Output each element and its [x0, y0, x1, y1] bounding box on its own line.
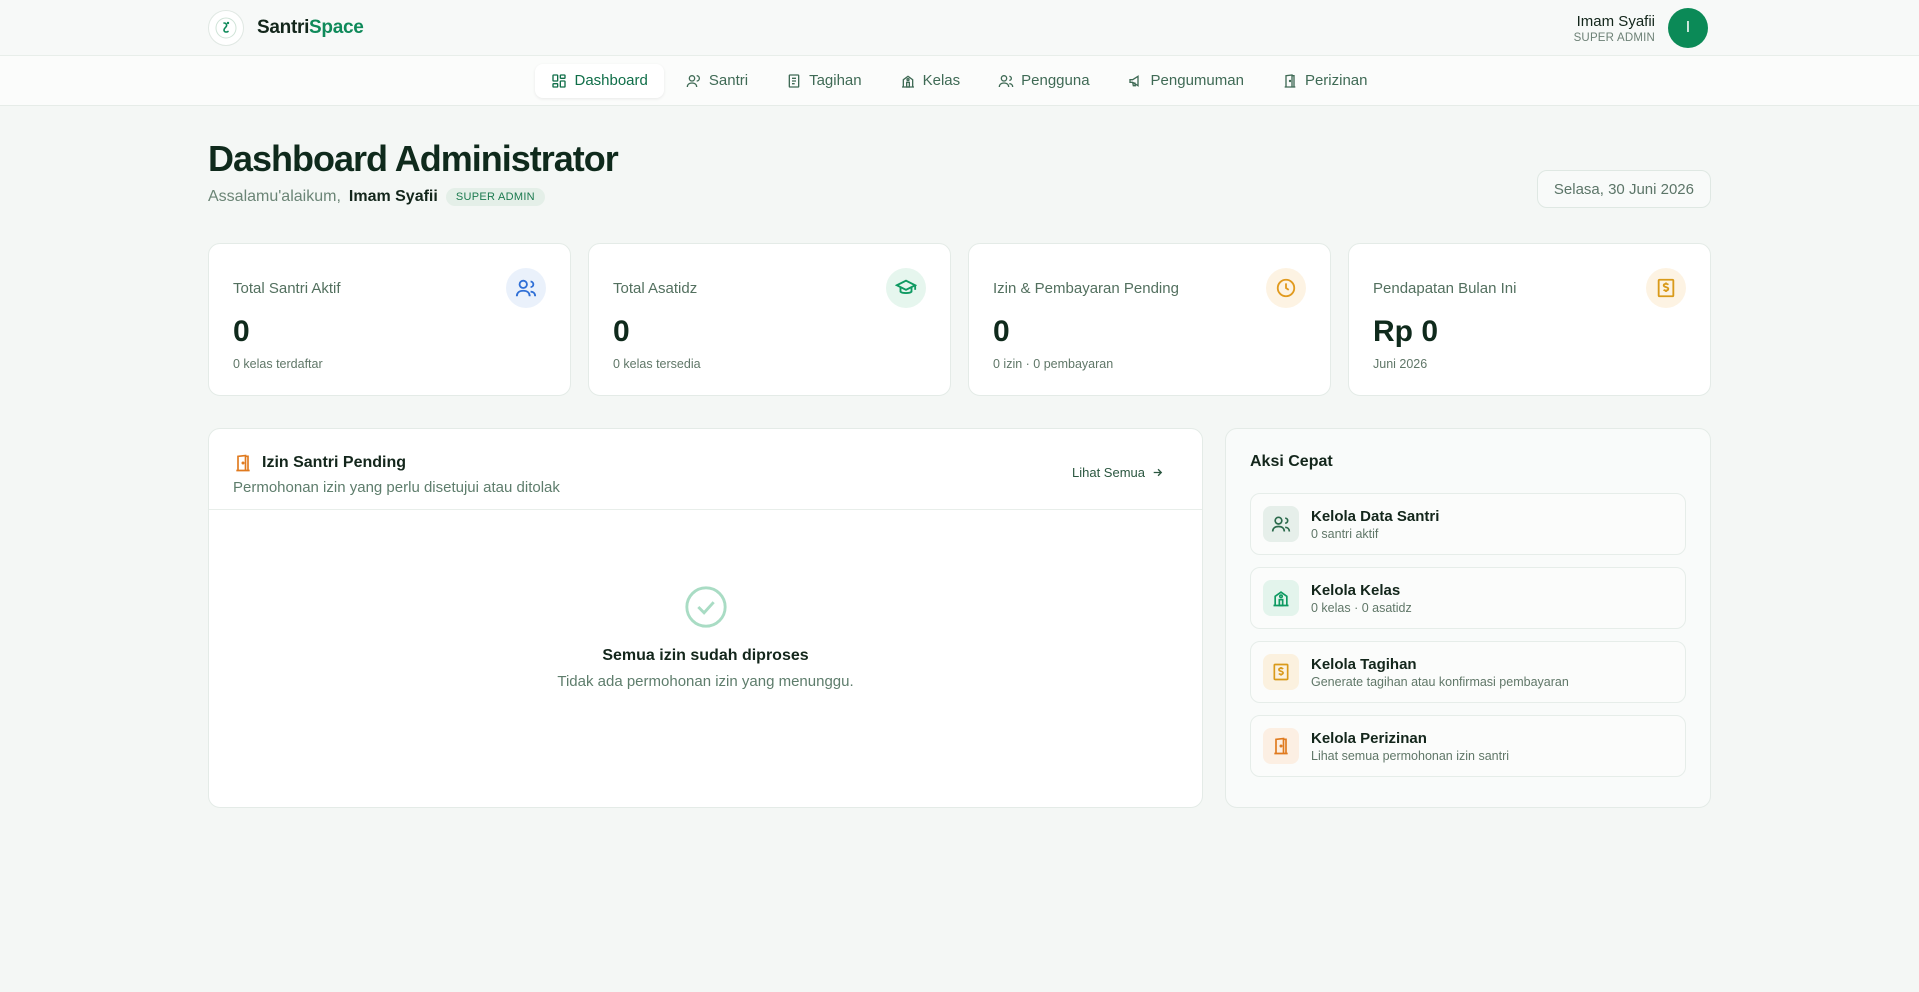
quick-item-text: Kelola Perizinan Lihat semua permohonan …: [1311, 730, 1509, 763]
stat-sub: Juni 2026: [1373, 357, 1428, 371]
arrow-right-icon: [1153, 468, 1163, 477]
users-icon: [506, 268, 546, 308]
users-icon: [1263, 506, 1299, 542]
nav-item-dashboard[interactable]: Dashboard: [535, 63, 664, 98]
stat-label: Pendapatan Bulan Ini: [1373, 280, 1517, 297]
quick-item-santri[interactable]: Kelola Data Santri 0 santri aktif: [1250, 493, 1686, 555]
nav-label: Perizinan: [1304, 72, 1368, 89]
quick-item-text: Kelola Tagihan Generate tagihan atau kon…: [1311, 656, 1569, 689]
main-nav: Dashboard Santri Tagihan Kelas Pengguna …: [0, 56, 1919, 106]
empty-title: Semua izin sudah diproses: [602, 647, 809, 664]
nav-item-santri[interactable]: Santri: [670, 64, 764, 98]
door-icon: [236, 454, 250, 472]
santri-logo-icon: [208, 10, 244, 46]
stat-value: 0: [233, 315, 250, 348]
pending-title: Izin Santri Pending: [233, 453, 1178, 473]
receipt-icon: [788, 73, 800, 88]
quick-item-text: Kelola Data Santri 0 santri aktif: [1311, 508, 1439, 541]
stat-label: Total Asatidz: [613, 280, 698, 297]
stat-sub: 0 kelas tersedia: [613, 357, 701, 371]
avatar[interactable]: I: [1668, 8, 1708, 48]
user-text: Imam Syafii SUPER ADMIN: [1574, 13, 1655, 44]
see-all-link[interactable]: Lihat Semua: [1072, 465, 1164, 480]
dollar-receipt-icon: [1263, 654, 1299, 690]
quick-item-tagihan[interactable]: Kelola Tagihan Generate tagihan atau kon…: [1250, 641, 1686, 703]
nav-item-kelas[interactable]: Kelas: [884, 64, 977, 98]
stat-sub: 0 izin · 0 pembayaran: [993, 357, 1114, 371]
role-badge: SUPER ADMIN: [445, 188, 545, 206]
stat-value: 0: [613, 315, 630, 348]
stat-value: Rp 0: [1373, 315, 1439, 348]
nav-label: Pengguna: [1021, 72, 1090, 89]
stat-card-asatidz[interactable]: Total Asatidz 0 0 kelas tersedia: [588, 243, 951, 396]
user-name: Imam Syafii: [1576, 12, 1655, 30]
quick-item-name: Kelola Kelas: [1311, 581, 1401, 599]
date-pill: Selasa, 30 Juni 2026: [1536, 170, 1711, 208]
quick-item-name: Kelola Tagihan: [1311, 655, 1417, 673]
nav-label: Pengumuman: [1150, 72, 1244, 89]
user-menu[interactable]: Imam Syafii SUPER ADMIN I: [1574, 8, 1708, 48]
graduation-cap-icon: [886, 268, 926, 308]
greeting: Assalamu'alaikum, Imam Syafii SUPER ADMI…: [208, 188, 545, 206]
brand-name-part2: Space: [309, 17, 364, 38]
nav-item-tagihan[interactable]: Tagihan: [770, 64, 878, 98]
nav-label: Dashboard: [574, 72, 648, 89]
nav-item-pengguna[interactable]: Pengguna: [982, 64, 1105, 98]
quick-item-name: Kelola Data Santri: [1311, 507, 1440, 525]
quick-item-name: Kelola Perizinan: [1311, 729, 1427, 747]
nav-label: Santri: [708, 72, 749, 89]
clock-icon: [1266, 268, 1306, 308]
stats-row: Total Santri Aktif 0 0 kelas terdaftar T…: [208, 243, 1711, 396]
nav-label: Kelas: [922, 72, 961, 89]
greeting-name: Imam Syafii: [348, 188, 438, 205]
quick-item-desc: 0 kelas · 0 asatidz: [1311, 600, 1412, 615]
empty-state: Semua izin sudah diproses Tidak ada perm…: [209, 510, 1202, 690]
quick-item-desc: Generate tagihan atau konfirmasi pembaya…: [1311, 674, 1569, 689]
brand-name: SantriSpace: [257, 17, 364, 39]
door-icon: [1263, 728, 1299, 764]
user-icon: [686, 74, 700, 87]
quick-item-desc: Lihat semua permohonan izin santri: [1311, 748, 1510, 763]
empty-description: Tidak ada permohonan izin yang menunggu.: [557, 673, 854, 690]
stat-sub: 0 kelas terdaftar: [233, 357, 323, 371]
door-icon: [1284, 73, 1296, 88]
pending-header: Izin Santri Pending Permohonan izin yang…: [209, 429, 1202, 510]
dollar-receipt-icon: [1646, 268, 1686, 308]
school-icon: [1263, 580, 1299, 616]
nav-item-pengumuman[interactable]: Pengumuman: [1112, 64, 1260, 98]
pending-description: Permohonan izin yang perlu disetujui ata…: [233, 479, 560, 496]
pending-permits-panel: Izin Santri Pending Permohonan izin yang…: [208, 428, 1203, 808]
stat-label: Total Santri Aktif: [233, 280, 341, 297]
top-bar: SantriSpace Imam Syafii SUPER ADMIN I: [0, 0, 1919, 56]
stat-card-pendapatan[interactable]: Pendapatan Bulan Ini Rp 0 Juni 2026: [1348, 243, 1711, 396]
user-role: SUPER ADMIN: [1573, 31, 1655, 44]
quick-actions-panel: Aksi Cepat Kelola Data Santri 0 santri a…: [1225, 428, 1711, 808]
school-icon: [901, 75, 914, 88]
quick-list: Kelola Data Santri 0 santri aktif Kelola…: [1250, 493, 1686, 777]
greeting-text: Assalamu'alaikum,: [208, 188, 341, 205]
see-all-label: Lihat Semua: [1072, 465, 1145, 480]
nav-list: Dashboard Santri Tagihan Kelas Pengguna …: [535, 63, 1384, 98]
grid-icon: [552, 73, 567, 88]
page-title: Dashboard Administrator: [208, 138, 619, 179]
megaphone-icon: [1128, 74, 1139, 87]
quick-title: Aksi Cepat: [1250, 453, 1333, 470]
check-circle-icon: [684, 586, 727, 628]
stat-card-santri[interactable]: Total Santri Aktif 0 0 kelas terdaftar: [208, 243, 571, 396]
stat-label: Izin & Pembayaran Pending: [993, 280, 1179, 297]
brand[interactable]: SantriSpace: [208, 10, 364, 46]
users-icon: [998, 74, 1014, 87]
brand-name-part1: Santri: [257, 17, 310, 38]
stat-card-pending[interactable]: Izin & Pembayaran Pending 0 0 izin · 0 p…: [968, 243, 1331, 396]
quick-item-kelas[interactable]: Kelola Kelas 0 kelas · 0 asatidz: [1250, 567, 1686, 629]
nav-label: Tagihan: [809, 72, 862, 89]
stat-value: 0: [993, 315, 1010, 348]
quick-item-perizinan[interactable]: Kelola Perizinan Lihat semua permohonan …: [1250, 715, 1686, 777]
quick-item-text: Kelola Kelas 0 kelas · 0 asatidz: [1311, 582, 1412, 615]
nav-item-perizinan[interactable]: Perizinan: [1266, 64, 1384, 98]
quick-item-desc: 0 santri aktif: [1311, 526, 1379, 541]
pending-title-text: Izin Santri Pending: [262, 454, 407, 471]
